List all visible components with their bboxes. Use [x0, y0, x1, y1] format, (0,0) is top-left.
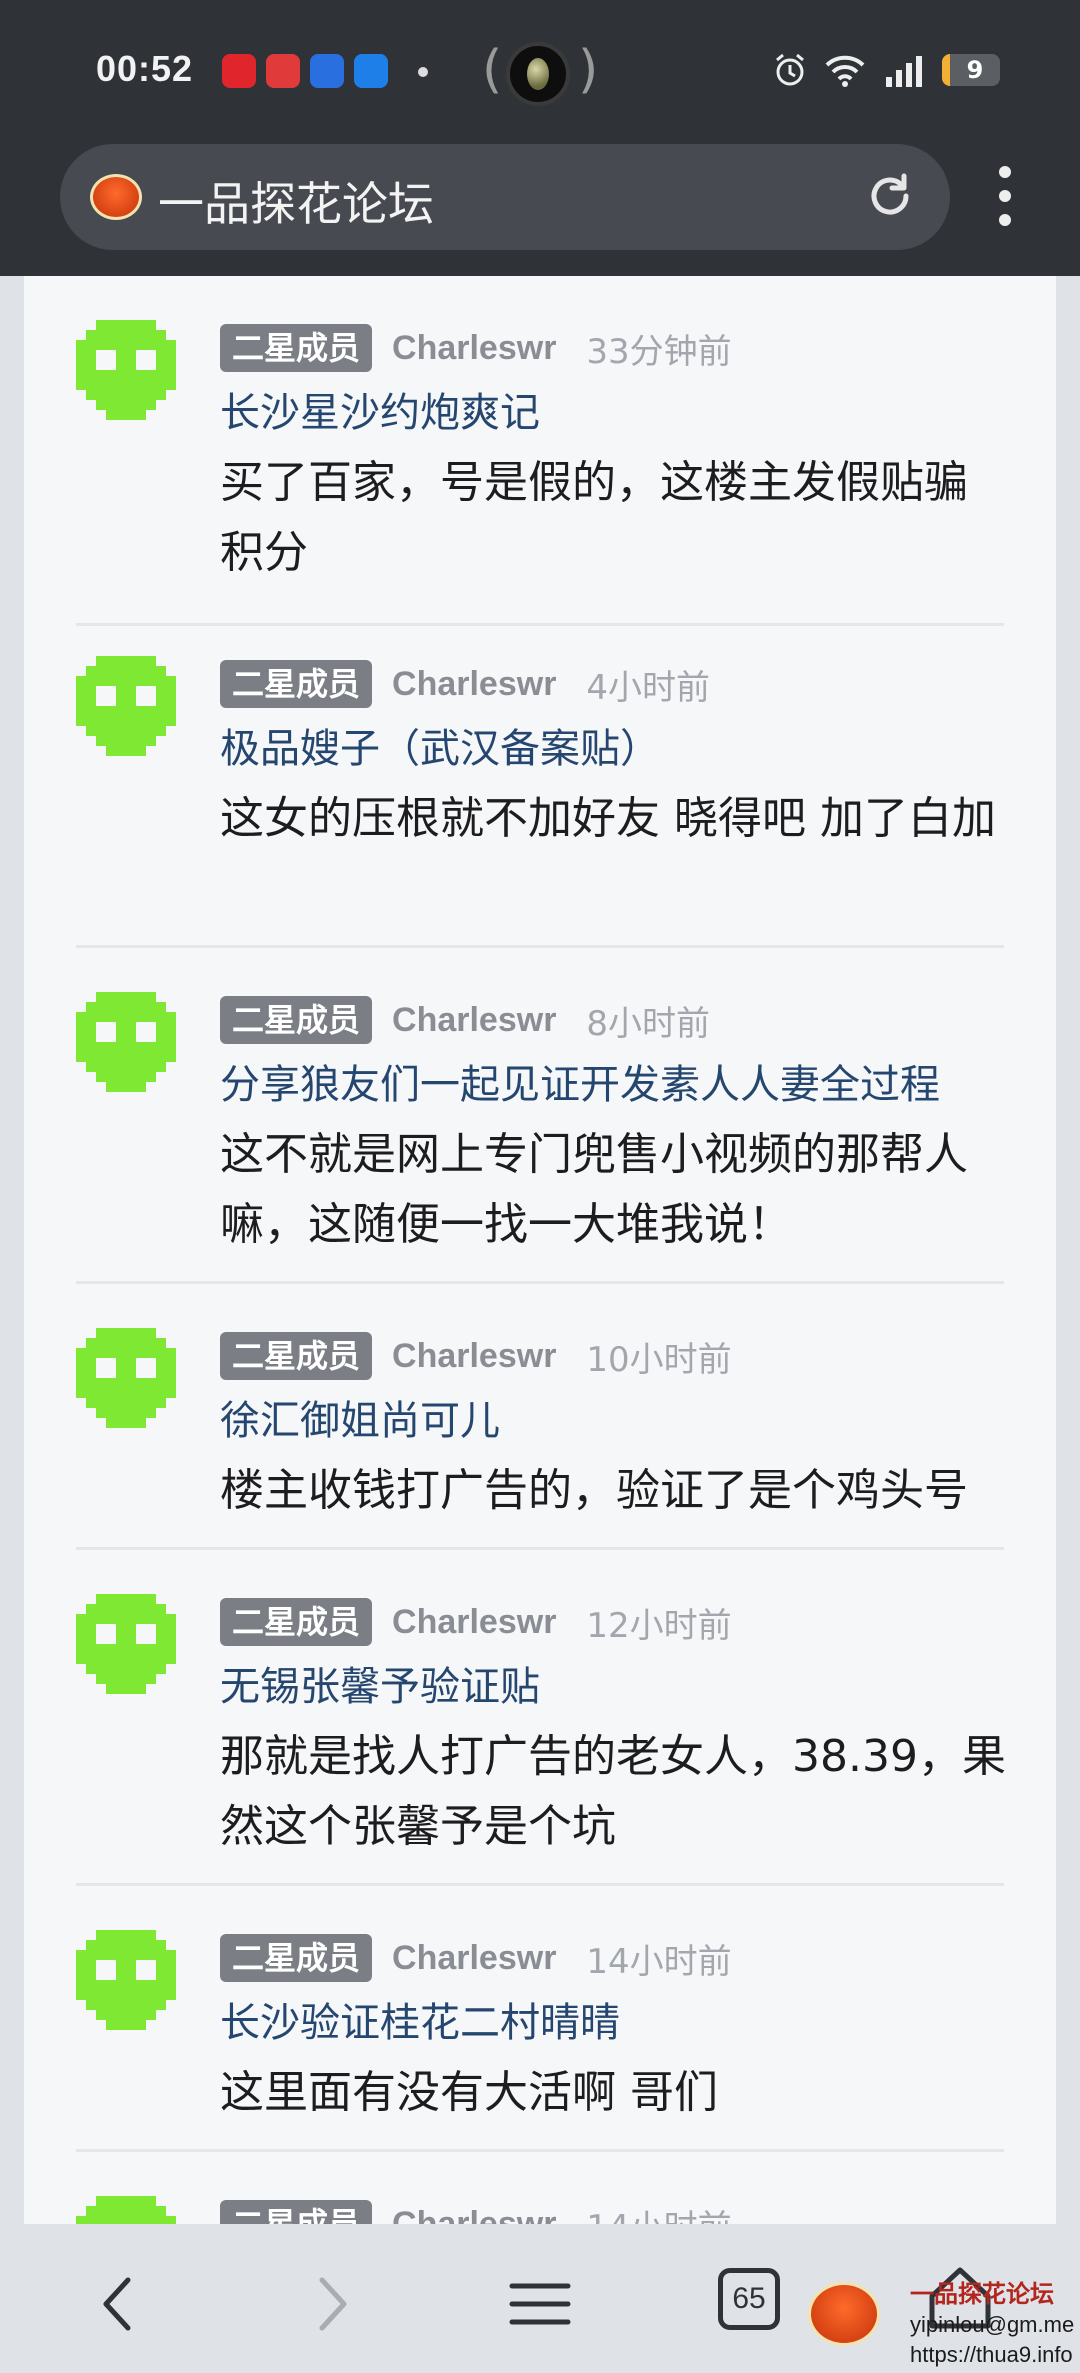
app-notification-icon: [354, 54, 388, 88]
forward-icon[interactable]: [290, 2264, 370, 2344]
reply-list: 二星成员 Charleswr 33分钟前 长沙星沙约炮爽记 买了百家，号是假的，…: [24, 276, 1056, 2224]
menu-icon[interactable]: [500, 2264, 580, 2344]
timestamp: 10小时前: [586, 1339, 732, 1380]
reply-text: 楼主收钱打广告的，验证了是个鸡头号: [220, 1465, 968, 1516]
username[interactable]: Charleswr: [392, 1603, 556, 1642]
reply-text: 那就是找人打广告的老女人，38.39，果然这个张馨予是个坑: [220, 1731, 1006, 1852]
list-item[interactable]: 二星成员 Charleswr 8小时前 分享狼友们一起见证开发素人人妻全过程 这…: [76, 948, 1004, 1284]
signal-icon: [886, 56, 922, 87]
reply-text: 这女的压根就不加好友 晓得吧 加了白加: [220, 793, 996, 844]
timestamp: 8小时前: [586, 1003, 711, 1044]
browser-chrome: 00:52 ( ) 9 一品探花论坛: [0, 0, 1080, 276]
battery-indicator: 9: [942, 54, 1000, 86]
camera-island: [506, 42, 570, 106]
list-item[interactable]: 二星成员 Charleswr 14小时前: [76, 2152, 1004, 2224]
reply-text: 买了百家，号是假的，这楼主发假贴骗积分: [220, 457, 968, 578]
timestamp: 14小时前: [586, 1941, 732, 1982]
list-item[interactable]: 二星成员 Charleswr 12小时前 无锡张馨予验证贴 那就是找人打广告的老…: [76, 1550, 1006, 1886]
address-bar[interactable]: 一品探花论坛: [60, 144, 950, 250]
thread-title-link[interactable]: 无锡张馨予验证贴: [220, 1654, 540, 1712]
rank-badge: 二星成员: [220, 996, 373, 1044]
tab-count-button[interactable]: 65: [718, 2268, 780, 2330]
app-notification-icon: [222, 54, 256, 88]
rank-badge: 二星成员: [220, 1598, 373, 1646]
timestamp: 12小时前: [586, 1605, 732, 1646]
rank-badge: 二星成员: [220, 1332, 373, 1380]
avatar-icon[interactable]: [76, 1328, 176, 1428]
rank-badge: 二星成员: [220, 1934, 373, 1982]
avatar-icon[interactable]: [76, 656, 176, 756]
avatar-icon[interactable]: [76, 1594, 176, 1694]
list-item[interactable]: 二星成员 Charleswr 33分钟前 长沙星沙约炮爽记 买了百家，号是假的，…: [76, 276, 1004, 626]
timestamp: 4小时前: [586, 667, 711, 708]
site-logo-icon: [90, 174, 142, 220]
browser-bottom-bar: 65 一品探花论坛 yipinlou@gm.me https://thua9.i…: [0, 2224, 1080, 2373]
username[interactable]: Charleswr: [392, 2205, 556, 2225]
rank-badge: 二星成员: [220, 324, 373, 372]
timestamp: 14小时前: [586, 2200, 731, 2225]
thread-title-link[interactable]: 极品嫂子（武汉备案贴）: [220, 716, 660, 774]
avatar-icon[interactable]: [76, 1930, 176, 2030]
page-title: 一品探花论坛: [158, 177, 434, 231]
list-item[interactable]: 二星成员 Charleswr 10小时前 徐汇御姐尚可儿 楼主收钱打广告的，验证…: [76, 1284, 1004, 1550]
timestamp: 33分钟前: [586, 331, 732, 372]
status-bar: 00:52 ( ) 9: [0, 0, 1080, 140]
more-menu-icon[interactable]: [990, 166, 1020, 230]
list-item[interactable]: 二星成员 Charleswr 4小时前 极品嫂子（武汉备案贴） 这女的压根就不加…: [76, 612, 1004, 948]
avatar-icon[interactable]: [76, 2196, 176, 2224]
wifi-icon: [825, 55, 865, 87]
status-time: 00:52: [96, 48, 194, 89]
app-notification-icon: [310, 54, 344, 88]
username[interactable]: Charleswr: [392, 329, 556, 368]
app-notification-icon: [266, 54, 300, 88]
reload-icon[interactable]: [860, 166, 920, 226]
reply-text: 这里面有没有大活啊 哥们: [220, 2067, 718, 2118]
status-icons: 9: [772, 52, 1000, 88]
avatar-icon[interactable]: [76, 320, 176, 420]
more-notifications-icon: [418, 67, 428, 77]
thread-title-link[interactable]: 长沙星沙约炮爽记: [220, 380, 540, 438]
rank-badge: 二星成员: [220, 660, 373, 708]
thread-title-link[interactable]: 徐汇御姐尚可儿: [220, 1388, 500, 1446]
rank-badge: 二星成员: [220, 2200, 373, 2224]
watermark-text: 一品探花论坛 yipinlou@gm.me https://thua9.info: [910, 2281, 1075, 2367]
username[interactable]: Charleswr: [392, 1337, 556, 1376]
avatar-icon[interactable]: [76, 992, 176, 1092]
thread-title-link[interactable]: 长沙验证桂花二村晴晴: [220, 1990, 620, 2048]
username[interactable]: Charleswr: [392, 665, 556, 704]
list-item[interactable]: 二星成员 Charleswr 14小时前 长沙验证桂花二村晴晴 这里面有没有大活…: [76, 1886, 1004, 2152]
username[interactable]: Charleswr: [392, 1001, 556, 1040]
back-icon[interactable]: [80, 2264, 160, 2344]
alarm-icon: [776, 53, 804, 86]
username[interactable]: Charleswr: [392, 1939, 556, 1978]
reply-text: 这不就是网上专门兜售小视频的那帮人嘛，这随便一找一大堆我说！: [220, 1129, 968, 1250]
thread-title-link[interactable]: 分享狼友们一起见证开发素人人妻全过程: [220, 1052, 940, 1110]
watermark-logo: [808, 2282, 880, 2346]
